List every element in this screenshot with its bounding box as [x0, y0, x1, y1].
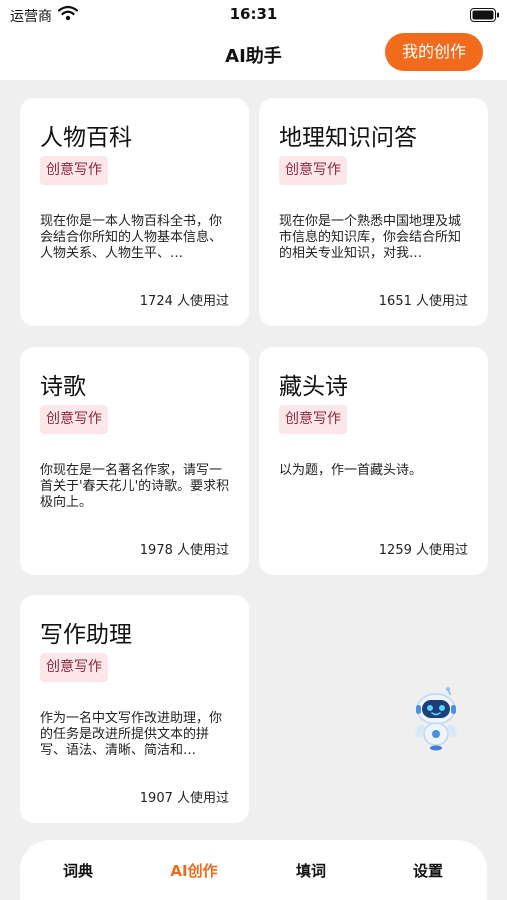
card-title: 地理知识问答	[279, 125, 417, 151]
bottom-tab-bar: 词典 AI创作 填词 设置	[20, 840, 487, 900]
card-acrostic-poem[interactable]: 藏头诗 创意写作 以为题，作一首藏头诗。 1259 人使用过	[259, 347, 488, 575]
card-writing-assistant[interactable]: 写作助理 创意写作 作为一名中文写作改进助理，你的任务是改进所提供文本的拼写、语…	[20, 595, 249, 823]
card-tag: 创意写作	[40, 405, 108, 434]
card-usage-count: 1651 人使用过	[378, 294, 468, 309]
card-title: 藏头诗	[279, 374, 348, 400]
card-title: 人物百科	[40, 125, 132, 151]
card-description: 现在你是一个熟悉中国地理及城市信息的知识库，你会结合所知的相关专业知识，对我…	[279, 214, 462, 261]
card-person-encyclopedia[interactable]: 人物百科 创意写作 现在你是一本人物百科全书，你会结合你所知的人物基本信息、人物…	[20, 98, 249, 326]
battery-icon	[470, 8, 499, 22]
card-title: 诗歌	[40, 374, 86, 400]
card-tag: 创意写作	[40, 653, 108, 682]
robot-icon[interactable]	[410, 685, 462, 751]
tab-fill-lyrics[interactable]: 填词	[271, 860, 351, 881]
tab-dictionary[interactable]: 词典	[38, 860, 118, 881]
card-usage-count: 1259 人使用过	[378, 543, 468, 558]
card-tag: 创意写作	[279, 405, 347, 434]
card-tag: 创意写作	[40, 156, 108, 185]
tab-ai-creation[interactable]: AI创作	[154, 860, 234, 881]
card-tag: 创意写作	[279, 156, 347, 185]
nav-bar: AI助手 我的创作	[0, 30, 507, 80]
card-title: 写作助理	[40, 622, 132, 648]
my-creation-button[interactable]: 我的创作	[385, 33, 483, 71]
card-description: 以为题，作一首藏头诗。	[279, 463, 423, 478]
clock: 16:31	[229, 5, 278, 23]
card-usage-count: 1978 人使用过	[139, 543, 229, 558]
card-description: 你现在是一名著名作家，请写一首关于'春天花儿'的诗歌。要求积极向上。	[40, 463, 230, 510]
status-bar: 运营商 16:31	[0, 0, 507, 30]
card-usage-count: 1724 人使用过	[139, 294, 229, 309]
card-description: 现在你是一本人物百科全书，你会结合你所知的人物基本信息、人物关系、人物生平、…	[40, 214, 223, 261]
card-poetry[interactable]: 诗歌 创意写作 你现在是一名著名作家，请写一首关于'春天花儿'的诗歌。要求积极向…	[20, 347, 249, 575]
card-usage-count: 1907 人使用过	[139, 791, 229, 806]
card-geography-qa[interactable]: 地理知识问答 创意写作 现在你是一个熟悉中国地理及城市信息的知识库，你会结合所知…	[259, 98, 488, 326]
tab-settings[interactable]: 设置	[388, 860, 468, 881]
card-description: 作为一名中文写作改进助理，你的任务是改进所提供文本的拼写、语法、清晰、简洁和…	[40, 711, 223, 758]
